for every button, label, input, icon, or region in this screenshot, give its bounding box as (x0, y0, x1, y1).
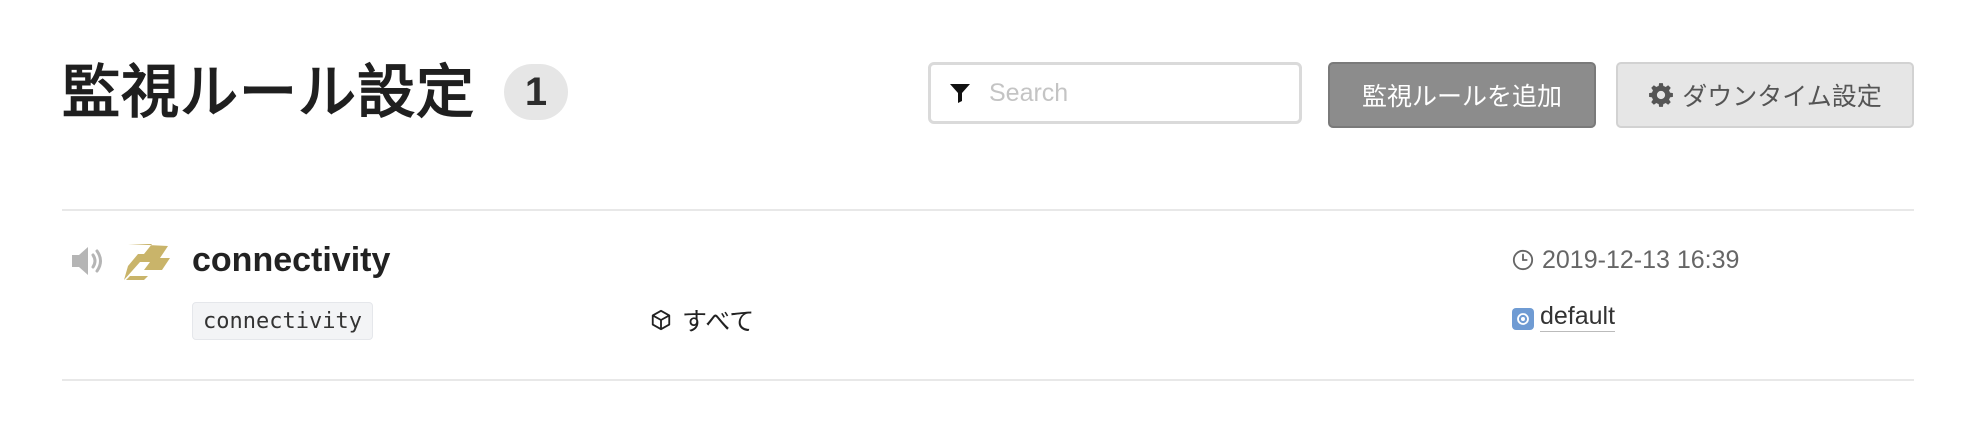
monitor-updated-at-text: 2019-12-13 16:39 (1542, 245, 1740, 274)
monitor-scope-label: すべて (682, 307, 755, 336)
list-bottom-divider (62, 379, 1914, 381)
cube-icon (650, 308, 674, 332)
list-top-divider (62, 209, 1914, 211)
downtime-settings-button-label: ダウンタイム設定 (1682, 82, 1882, 111)
notification-channel-icon (1512, 308, 1534, 330)
search-input[interactable] (989, 78, 1279, 108)
add-monitor-button-label: 監視ルールを追加 (1361, 82, 1562, 111)
filter-icon (947, 80, 973, 106)
metric-tag: connectivity (192, 302, 373, 340)
monitor-scope: すべて (650, 300, 754, 340)
monitor-count-badge: 1 (504, 64, 568, 120)
clock-icon (1512, 248, 1536, 272)
search-box[interactable] (928, 62, 1302, 124)
notification-channel[interactable]: default (1512, 296, 1616, 336)
monitor-settings-page: 監視ルール設定 1 監視ルールを追加 ダウンタイム設定 (0, 0, 1974, 440)
gear-icon (1648, 82, 1674, 108)
monitor-updated-at: 2019-12-13 16:39 (1512, 242, 1739, 278)
monitor-name-link[interactable]: connectivity (192, 238, 390, 282)
add-monitor-button[interactable]: 監視ルールを追加 (1328, 62, 1596, 128)
page-title: 監視ルール設定 (62, 58, 476, 126)
notification-channel-link[interactable]: default (1540, 301, 1616, 332)
speaker-icon[interactable] (70, 244, 106, 278)
service-logo-icon (122, 240, 174, 282)
downtime-settings-button[interactable]: ダウンタイム設定 (1616, 62, 1914, 128)
